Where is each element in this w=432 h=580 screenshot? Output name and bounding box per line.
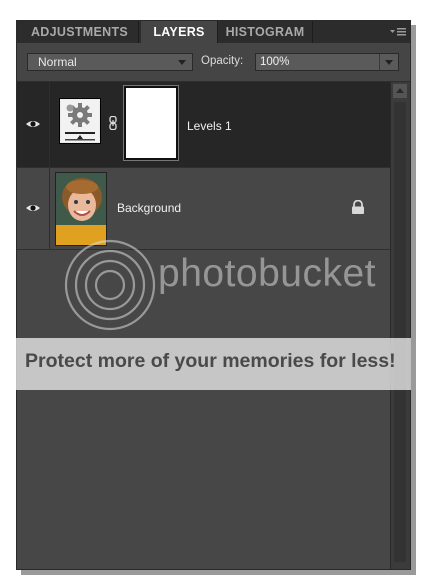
watermark-brand: photobucket	[158, 252, 377, 295]
watermark-banner-text: Protect more of your memories for less!	[25, 350, 396, 372]
adjustment-layer-icon	[59, 98, 101, 144]
panel-menu-icon[interactable]	[390, 26, 406, 38]
eye-icon[interactable]	[25, 119, 41, 129]
visibility-column	[17, 168, 50, 249]
blend-mode-select[interactable]: Normal	[27, 53, 193, 71]
eye-icon[interactable]	[25, 203, 41, 213]
opacity-dropdown-icon[interactable]	[379, 54, 398, 70]
lock-icon	[352, 200, 364, 214]
opacity-label: Opacity:	[201, 55, 244, 67]
blend-mode-value: Normal	[38, 55, 77, 69]
panel-tab-bar: ADJUSTMENTS LAYERS HISTOGRAM	[17, 21, 410, 43]
opacity-field[interactable]: 100%	[255, 53, 399, 71]
layer-options-row: Normal Opacity: 100%	[17, 43, 410, 82]
opacity-value: 100%	[260, 56, 290, 68]
layer-mask-thumbnail[interactable]	[123, 85, 179, 161]
chevron-down-icon	[178, 60, 186, 65]
panel-menu-glyph	[390, 28, 406, 36]
layer-row-levels[interactable]: Levels 1	[17, 82, 390, 168]
tab-layers[interactable]: LAYERS	[141, 21, 217, 43]
watermark-banner: Protect more of your memories for less!	[16, 338, 411, 390]
link-chain-icon[interactable]	[109, 116, 117, 130]
layer-name-levels[interactable]: Levels 1	[187, 119, 232, 133]
tab-histogram[interactable]: HISTOGRAM	[217, 21, 313, 43]
tab-adjustments[interactable]: ADJUSTMENTS	[21, 21, 139, 43]
layer-name-background[interactable]: Background	[117, 201, 181, 215]
scroll-up-icon[interactable]	[393, 84, 407, 98]
visibility-column	[17, 82, 50, 167]
